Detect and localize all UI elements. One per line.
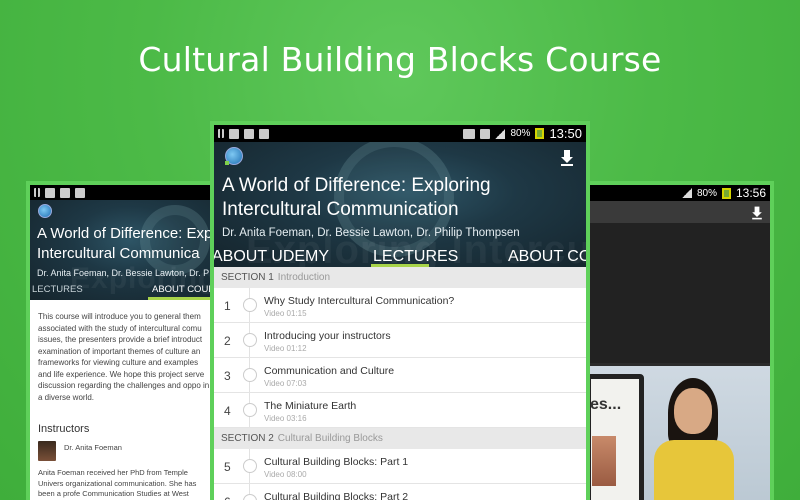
lecture-number: 1 <box>224 299 231 313</box>
instructor-bio: Anita Foeman received her PhD from Templ… <box>38 468 197 500</box>
lecture-duration: Video 08:00 <box>264 470 307 479</box>
lecture-title: Communication and Culture <box>264 365 395 377</box>
progress-circle-icon <box>243 403 257 417</box>
progress-circle-icon <box>243 459 257 473</box>
usb-icon <box>218 129 224 138</box>
lecture-title: Cultural Building Blocks: Part 1 <box>264 456 409 468</box>
section-label: SECTION 2 <box>221 433 274 444</box>
course-authors: Dr. Anita Foeman, Dr. Bessie Lawton, Dr.… <box>222 227 520 239</box>
section-header: SECTION 1 Introduction <box>214 267 586 288</box>
course-title-line2: Intercultural Communica <box>37 245 200 262</box>
course-header: Exploring Intercultural A World of Diffe… <box>214 142 586 267</box>
left-course-header: Exploring Intercultural A World of Diffe… <box>30 200 222 300</box>
logo-dot <box>225 161 229 165</box>
lecture-number: 5 <box>224 460 231 474</box>
course-title-line2: Intercultural Communication <box>222 199 459 220</box>
download-icon[interactable] <box>751 206 762 220</box>
section-header: SECTION 2 Cultural Building Blocks <box>214 428 586 449</box>
lecture-item[interactable]: 4 The Miniature Earth Video 03:16 <box>214 393 586 428</box>
notification-icon <box>229 128 239 139</box>
tab-about-course[interactable]: ABOUT COURSE <box>508 248 586 266</box>
section-label: SECTION 1 <box>221 272 274 283</box>
instructor-name: Dr. Anita Foeman <box>64 443 122 452</box>
video-player[interactable]: es... <box>574 366 770 500</box>
status-time: 13:56 <box>735 186 766 200</box>
lecture-item[interactable]: 2 Introducing your instructors Video 01:… <box>214 323 586 358</box>
progress-circle-icon <box>243 333 257 347</box>
mute-icon <box>463 128 476 139</box>
notification-icon <box>244 128 254 139</box>
wifi-icon <box>480 128 491 139</box>
section-name: Introduction <box>277 272 331 283</box>
signal-icon <box>681 188 692 198</box>
section-name: Cultural Building Blocks <box>277 433 383 444</box>
notification-icon <box>45 187 55 198</box>
lecture-number: 3 <box>224 369 231 383</box>
right-blank-area <box>574 223 770 363</box>
lecture-duration: Video 01:15 <box>264 309 307 318</box>
instructors-heading: Instructors <box>38 423 90 435</box>
battery-percent: 80% <box>510 128 531 139</box>
image-icon <box>259 128 269 139</box>
lecture-duration: Video 01:12 <box>264 344 307 353</box>
lecture-number: 2 <box>224 334 231 348</box>
download-icon[interactable] <box>560 150 574 166</box>
battery-icon <box>535 128 545 139</box>
tab-lectures[interactable]: LECTURES <box>32 284 83 295</box>
notification-icon <box>60 187 70 198</box>
right-toolbar <box>574 201 770 223</box>
battery-percent: 80% <box>696 187 717 199</box>
course-title-line1: A World of Difference: Exploring <box>222 175 491 196</box>
video-slide-text: es... <box>590 396 622 413</box>
left-status-bar <box>30 185 222 200</box>
lecture-number: 6 <box>224 495 231 500</box>
progress-circle-icon <box>243 368 257 382</box>
battery-icon <box>721 187 731 199</box>
building-blocks-image <box>592 436 616 486</box>
course-title-line1: A World of Difference: Exp <box>37 225 213 242</box>
lecture-item[interactable]: 3 Communication and Culture Video 07:03 <box>214 358 586 393</box>
progress-circle-icon <box>243 494 257 500</box>
lecture-duration: Video 07:03 <box>264 379 307 388</box>
about-course-text: This course will introduce you to genera… <box>38 312 210 402</box>
lecture-title: Cultural Building Blocks: Part 2 <box>264 491 409 500</box>
app-logo <box>38 204 52 218</box>
usb-icon <box>34 188 40 197</box>
instructor-avatar <box>38 441 56 461</box>
lecture-title: The Miniature Earth <box>264 400 357 412</box>
active-tab-indicator <box>371 264 429 267</box>
status-time: 13:50 <box>549 126 582 141</box>
tab-about-udemy[interactable]: ABOUT UDEMY <box>214 248 329 266</box>
lecture-title: Why Study Intercultural Communication? <box>264 295 455 307</box>
presenter-person <box>644 378 744 500</box>
right-phone-screenshot: 80% 13:56 es... <box>570 181 774 500</box>
right-status-bar: 80% 13:56 <box>574 185 770 201</box>
lecture-number: 4 <box>224 404 231 418</box>
page-headline: Cultural Building Blocks Course <box>138 40 662 79</box>
center-phone-screenshot: 80% 13:50 Exploring Intercultural A Worl… <box>210 121 590 500</box>
lecture-item[interactable]: 5 Cultural Building Blocks: Part 1 Video… <box>214 449 586 484</box>
lecture-duration: Video 03:16 <box>264 414 307 423</box>
image-icon <box>75 187 85 198</box>
center-status-bar: 80% 13:50 <box>214 125 586 142</box>
course-authors: Dr. Anita Foeman, Dr. Bessie Lawton, Dr.… <box>37 268 210 278</box>
lecture-item[interactable]: 6 Cultural Building Blocks: Part 2 <box>214 484 586 500</box>
lecture-title: Introducing your instructors <box>264 330 391 342</box>
left-phone-screenshot: Exploring Intercultural A World of Diffe… <box>26 181 226 500</box>
signal-icon <box>495 128 506 139</box>
progress-circle-icon <box>243 298 257 312</box>
lecture-item[interactable]: 1 Why Study Intercultural Communication?… <box>214 288 586 323</box>
